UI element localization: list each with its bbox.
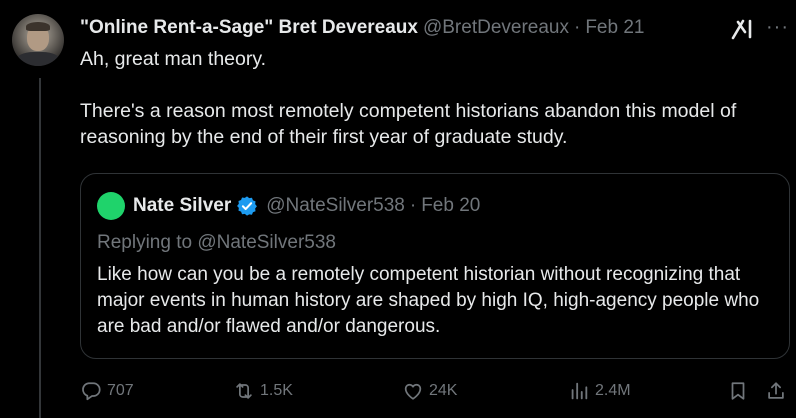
quoted-avatar[interactable] [97,192,125,220]
quoted-tweet[interactable]: Nate Silver @NateSilver538 · Feb 20 Repl… [80,173,790,359]
like-button[interactable]: 24K [402,378,457,404]
replying-to: Replying to @NateSilver538 [97,232,336,253]
tweet-header: "Online Rent-a-Sage" Bret Devereaux @Bre… [80,16,644,40]
grok-icon[interactable] [730,18,756,40]
separator-dot: · [574,17,581,38]
quoted-user-handle[interactable]: @NateSilver538 [266,195,405,217]
bookmark-icon [731,382,745,400]
avatar[interactable] [12,14,64,66]
quoted-tweet-header: Nate Silver @NateSilver538 · Feb 20 [97,192,480,220]
display-name[interactable]: "Online Rent-a-Sage" Bret Devereaux [80,17,418,39]
share-icon [768,382,784,399]
user-handle[interactable]: @BretDevereaux [423,17,569,39]
like-count: 24K [429,382,458,399]
quoted-display-name[interactable]: Nate Silver [133,195,231,217]
share-button[interactable] [765,378,787,404]
quoted-tweet-text: Like how can you be a remotely competent… [97,264,760,337]
repost-button[interactable]: 1.5K [233,378,293,404]
reply-icon [82,382,101,401]
tweet-date[interactable]: Feb 21 [585,17,644,39]
views-icon [571,382,588,400]
heart-icon [404,383,422,400]
action-bar: 707 1.5K 24K 2.4M [80,378,792,404]
tweet-text-line: Ah, great man theory. [80,48,267,70]
reply-button[interactable]: 707 [80,378,134,404]
tweet-text: Ah, great man theory. There's a reason m… [80,46,780,150]
verified-badge-icon [237,196,258,216]
reply-count: 707 [107,382,134,399]
quoted-tweet-date[interactable]: Feb 20 [421,195,480,217]
thread-line [39,78,41,418]
separator-dot: · [409,195,417,216]
tweet-text-line: There's a reason most remotely competent… [80,100,737,148]
repost-count: 1.5K [260,382,293,399]
more-icon[interactable]: ··· [766,17,790,40]
bookmark-button[interactable] [727,378,749,404]
views-button[interactable]: 2.4M [568,378,631,404]
repost-icon [236,383,252,399]
view-count: 2.4M [595,382,631,399]
